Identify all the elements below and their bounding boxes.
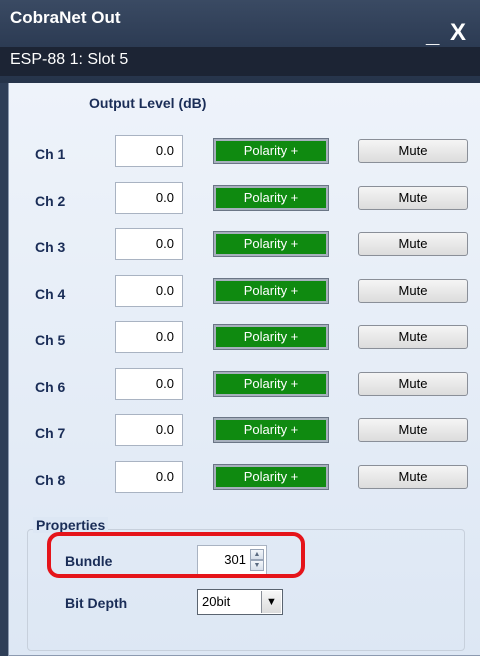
bundle-spinner: ▲ ▼ <box>250 549 264 571</box>
window-title: CobraNet Out <box>10 8 121 27</box>
output-level-input[interactable]: 0.0 <box>115 321 183 353</box>
minimize-icon[interactable]: _ <box>426 23 439 47</box>
polarity-button[interactable]: Polarity + <box>213 231 329 257</box>
window-controls: _ X <box>422 21 476 47</box>
bit-depth-value: 20bit <box>202 594 231 609</box>
polarity-button[interactable]: Polarity + <box>213 278 329 304</box>
channel-row-5: Ch 5 0.0 Polarity + Mute <box>9 321 480 357</box>
mute-button[interactable]: Mute <box>358 186 468 210</box>
output-level-header: Output Level (dB) <box>89 95 207 111</box>
spin-up-icon[interactable]: ▲ <box>250 549 264 560</box>
bundle-input[interactable]: 301 ▲ ▼ <box>197 545 267 575</box>
bit-depth-label: Bit Depth <box>65 595 128 611</box>
bit-depth-select[interactable]: 20bit ▼ <box>197 589 283 615</box>
mute-button[interactable]: Mute <box>358 139 468 163</box>
channel-row-8: Ch 8 0.0 Polarity + Mute <box>9 461 480 497</box>
channel-label: Ch 1 <box>35 146 66 162</box>
mute-button[interactable]: Mute <box>358 418 468 442</box>
bundle-label: Bundle <box>65 553 113 569</box>
channel-label: Ch 6 <box>35 379 66 395</box>
channel-row-2: Ch 2 0.0 Polarity + Mute <box>9 182 480 218</box>
title-bar[interactable]: CobraNet Out _ X ESP-88 1: Slot 5 <box>0 0 480 83</box>
channel-row-1: Ch 1 0.0 Polarity + Mute <box>9 135 480 171</box>
spin-down-icon[interactable]: ▼ <box>250 560 264 571</box>
mute-button[interactable]: Mute <box>358 325 468 349</box>
polarity-button[interactable]: Polarity + <box>213 138 329 164</box>
output-level-input[interactable]: 0.0 <box>115 461 183 493</box>
channel-label: Ch 4 <box>35 286 66 302</box>
output-level-input[interactable]: 0.0 <box>115 414 183 446</box>
subtitle-bar: ESP-88 1: Slot 5 <box>0 47 480 76</box>
polarity-button[interactable]: Polarity + <box>213 371 329 397</box>
properties-title: Properties <box>33 517 109 533</box>
output-level-input[interactable]: 0.0 <box>115 182 183 214</box>
output-level-input[interactable]: 0.0 <box>115 368 183 400</box>
mute-button[interactable]: Mute <box>358 279 468 303</box>
polarity-button[interactable]: Polarity + <box>213 185 329 211</box>
mute-button[interactable]: Mute <box>358 232 468 256</box>
output-level-input[interactable]: 0.0 <box>115 228 183 260</box>
channel-row-4: Ch 4 0.0 Polarity + Mute <box>9 275 480 311</box>
chevron-down-icon[interactable]: ▼ <box>261 591 281 613</box>
polarity-button[interactable]: Polarity + <box>213 417 329 443</box>
output-level-input[interactable]: 0.0 <box>115 275 183 307</box>
channel-row-6: Ch 6 0.0 Polarity + Mute <box>9 368 480 404</box>
polarity-button[interactable]: Polarity + <box>213 464 329 490</box>
content-panel: Output Level (dB) Ch 1 0.0 Polarity + Mu… <box>8 83 480 656</box>
output-level-input[interactable]: 0.0 <box>115 135 183 167</box>
channel-label: Ch 2 <box>35 193 66 209</box>
channel-label: Ch 3 <box>35 239 66 255</box>
channel-row-7: Ch 7 0.0 Polarity + Mute <box>9 414 480 450</box>
channel-label: Ch 8 <box>35 472 66 488</box>
close-icon[interactable]: X <box>450 21 466 45</box>
channel-label: Ch 5 <box>35 332 66 348</box>
cobranet-out-window: CobraNet Out _ X ESP-88 1: Slot 5 Output… <box>0 0 480 656</box>
mute-button[interactable]: Mute <box>358 372 468 396</box>
channel-label: Ch 7 <box>35 425 66 441</box>
mute-button[interactable]: Mute <box>358 465 468 489</box>
bundle-value: 301 <box>224 552 246 567</box>
window-subtitle: ESP-88 1: Slot 5 <box>10 51 129 68</box>
channel-row-3: Ch 3 0.0 Polarity + Mute <box>9 228 480 264</box>
polarity-button[interactable]: Polarity + <box>213 324 329 350</box>
